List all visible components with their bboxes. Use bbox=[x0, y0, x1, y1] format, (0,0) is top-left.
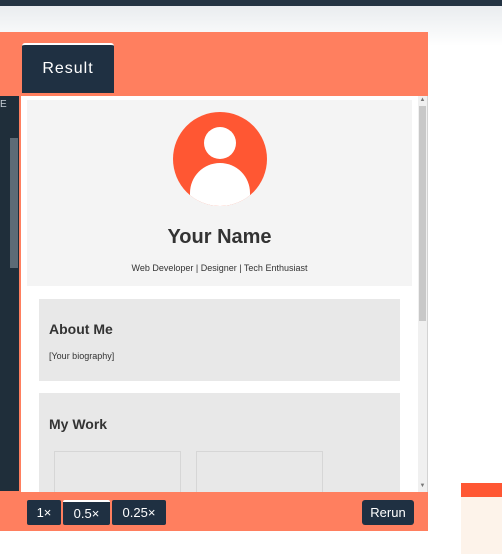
work-title: My Work bbox=[49, 416, 108, 432]
avatar-head bbox=[204, 127, 236, 159]
viewport-scrollbar[interactable]: ▲ ▼ bbox=[418, 96, 427, 492]
work-item[interactable] bbox=[54, 451, 181, 492]
scrollbar-thumb[interactable] bbox=[419, 106, 426, 321]
side-widget bbox=[461, 497, 502, 554]
side-widget-header bbox=[461, 483, 502, 497]
user-icon bbox=[173, 112, 267, 206]
work-section: My Work bbox=[39, 393, 400, 492]
zoom-0.25x-button[interactable]: 0.25× bbox=[112, 500, 166, 525]
about-section: About Me [Your biography] bbox=[39, 299, 400, 381]
result-viewport: Your Name Web Developer | Designer | Tec… bbox=[21, 96, 428, 492]
about-title: About Me bbox=[49, 321, 113, 337]
rerun-button[interactable]: Rerun bbox=[362, 500, 414, 525]
code-panel-scrollbar[interactable] bbox=[10, 138, 18, 268]
scroll-up-icon[interactable]: ▲ bbox=[419, 97, 426, 104]
scroll-down-icon[interactable]: ▼ bbox=[419, 483, 426, 490]
profile-header: Your Name Web Developer | Designer | Tec… bbox=[27, 100, 412, 286]
zoom-0.5x-button[interactable]: 0.5× bbox=[63, 500, 110, 525]
work-item[interactable] bbox=[196, 451, 323, 492]
code-panel-label: E bbox=[0, 99, 7, 110]
about-text: [Your biography] bbox=[49, 351, 115, 361]
zoom-1x-button[interactable]: 1× bbox=[27, 500, 61, 525]
profile-name: Your Name bbox=[167, 226, 272, 248]
profile-tagline: Web Developer | Designer | Tech Enthusia… bbox=[131, 263, 308, 273]
avatar-body bbox=[190, 163, 250, 206]
tab-result[interactable]: Result bbox=[22, 43, 114, 93]
